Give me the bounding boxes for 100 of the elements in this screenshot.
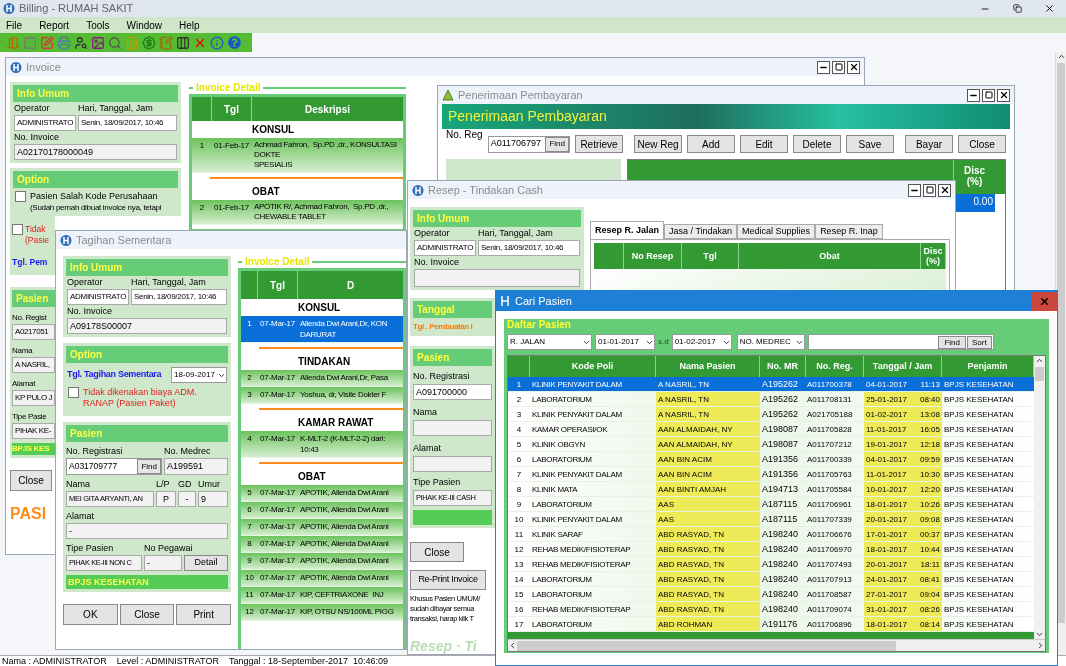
table-row[interactable]: 12 07-Mar-17 KIP, OTSU NS/100ML PIGG xyxy=(241,604,403,621)
maximize-button[interactable] xyxy=(832,60,845,74)
table-row[interactable]: 11 07-Mar-17 KIP, CEFTRIAXONE INJ xyxy=(241,587,403,604)
text-field[interactable]: ADMINISTRATO xyxy=(14,115,76,131)
minimize-button[interactable] xyxy=(967,88,980,102)
text-field[interactable]: A091700000 xyxy=(413,384,492,400)
maximize-button[interactable] xyxy=(982,88,995,102)
text-field[interactable]: Senin, 18/09/2017, 10:46 xyxy=(131,289,227,305)
table-row[interactable]: 1 KLINIK PENYAKIT DALAM A NASRIL, TN A195262 A011700378 04-01-2017 11:13 BPJS KESEHATAN xyxy=(508,377,1034,392)
table-row[interactable]: 10 07-Mar-17 APOTIK, Alienda Dwi Arani xyxy=(241,570,403,587)
text-field[interactable]: Senin, 18/09/2017, 10:46 xyxy=(78,115,177,131)
find-button[interactable]: Find xyxy=(545,136,569,152)
minimize-button[interactable] xyxy=(908,183,921,197)
table-row[interactable]: 3 KLINIK PENYAKIT DALAM A NASRIL, TN A195262 A021705188 01-02-2017 13:08 BPJS KESEHATAN xyxy=(508,407,1034,422)
table-row[interactable]: 16 REHAB MEDIK/FISIOTERAP ABD RASYAD, TN A198240 A011709074 31-01-2017 08:26 BPJS KESEHATAN xyxy=(508,602,1034,617)
button[interactable]: Edit xyxy=(740,135,788,153)
button[interactable]: Delete xyxy=(793,135,841,153)
table-row[interactable]: 12 REHAB MEDIK/FISIOTERAP ABD RASYAD, TN A198240 A011706970 18-01-2017 10:44 BPJS KESEHATAN xyxy=(508,542,1034,557)
table-row[interactable]: 15 LABORATORIUM ABD RASYAD, TN A198240 A011708587 27-01-2017 09:04 BPJS KESEHATAN xyxy=(508,587,1034,602)
reprint-button[interactable]: Re-Print Invoice xyxy=(410,570,486,590)
checkbox[interactable] xyxy=(15,191,26,202)
table-row[interactable]: 9 LABORATORIUM AAS A187115 A011706961 18-01-2017 10:26 BPJS KESEHATAN xyxy=(508,497,1034,512)
menu-item[interactable]: File xyxy=(6,17,23,33)
search-field[interactable]: Find Sort xyxy=(807,334,994,350)
button[interactable]: Save xyxy=(846,135,894,153)
text-field[interactable]: ADMINISTRATO xyxy=(67,289,129,305)
button[interactable]: Close xyxy=(958,135,1006,153)
scrollbar[interactable] xyxy=(508,639,1045,651)
button[interactable]: Retrieve xyxy=(575,135,623,153)
button[interactable]: Bayar xyxy=(905,135,953,153)
button[interactable]: New Reg xyxy=(634,135,682,153)
dropdown[interactable]: R. JALAN xyxy=(507,334,592,350)
menu-item[interactable]: Window xyxy=(126,17,163,33)
text-field[interactable] xyxy=(413,456,492,472)
text-field[interactable]: - xyxy=(178,491,196,507)
sort-button[interactable]: Sort xyxy=(967,335,992,349)
table-row[interactable]: 4 KAMAR OPERASI/OK AAN ALMAIDAH, NY A198087 A011705828 11-01-2017 16:05 BPJS KESEHATAN xyxy=(508,422,1034,437)
text-field[interactable]: KP PULO J xyxy=(12,389,55,406)
input-field[interactable]: A031709777 Find xyxy=(66,458,162,475)
button[interactable]: Close xyxy=(119,604,175,625)
table-row[interactable]: 9 07-Mar-17 APOTIK, Alienda Dwi Arani xyxy=(241,553,403,570)
checkbox[interactable] xyxy=(68,387,79,398)
text-field[interactable]: - xyxy=(144,555,182,571)
find-button[interactable]: Find xyxy=(137,459,161,474)
table-row[interactable]: 5 07-Mar-17 APOTIK, Alienda Dwi Arani xyxy=(241,485,403,502)
table-row[interactable]: 8 KLINIK MATA AAN BINTI AMJAH A194713 A011705584 10-01-2017 12:20 BPJS KESEHATAN xyxy=(508,482,1034,497)
table-row[interactable]: 1 01-Feb-17 Achmad Fahron, Sp.PD ,dr., KONSULTASI DOKTE SPESIALIS xyxy=(192,138,403,173)
table-row[interactable]: 7 KLINIK PENYAKIT DALAM AAN BIN ACIM A191356 A011705763 11-01-2017 10:30 BPJS KESEHATAN xyxy=(508,467,1034,482)
table-row[interactable]: 5 KLINIK OBGYN AAN ALMAIDAH, NY A198087 A011707212 19-01-2017 12:18 BPJS KESEHATAN xyxy=(508,437,1034,452)
date-picker[interactable]: 18-09-2017 xyxy=(171,367,227,383)
text-field[interactable]: A0217051 xyxy=(12,323,55,340)
minimize-button[interactable] xyxy=(817,60,830,74)
table-row[interactable]: 6 LABORATORIUM AAN BIN ACIM A191356 A011700339 04-01-2017 09:59 BPJS KESEHATAN xyxy=(508,452,1034,467)
menu-item[interactable]: Report xyxy=(39,17,70,33)
table-row[interactable]: 13 REHAB MEDIK/FISIOTERAP ABD RASYAD, TN A198240 A011707493 20-01-2017 18:11 BPJS KESEHATAN xyxy=(508,557,1034,572)
table-row[interactable]: 10 KLINIK PENYAKIT DALAM AAS A187115 A011707339 20-01-2017 09:08 BPJS KESEHATAN xyxy=(508,512,1034,527)
text-field[interactable]: ADMINISTRATO xyxy=(414,240,476,256)
input-field[interactable]: A011706797 Find xyxy=(487,135,570,153)
stop-icon[interactable] xyxy=(23,35,37,50)
columns-icon[interactable] xyxy=(176,35,190,50)
close-button[interactable]: Close xyxy=(10,469,52,491)
help-icon[interactable] xyxy=(227,35,241,50)
text-field[interactable]: A09178S00007 xyxy=(67,318,227,334)
table-row[interactable]: 11 KLINIK SARAF ABD RASYAD, TN A198240 A011706676 17-01-2017 00:37 BPJS KESEHATAN xyxy=(508,527,1034,542)
dropdown[interactable]: NO. MEDREC xyxy=(736,334,805,350)
text-field[interactable]: A NASRIL, xyxy=(12,356,55,373)
money-icon[interactable] xyxy=(142,35,156,50)
button[interactable]: Add xyxy=(687,135,735,153)
search-icon[interactable] xyxy=(108,35,122,50)
text-field[interactable]: Senin, 18/09/2017, 10:46 xyxy=(478,240,580,256)
info-icon[interactable] xyxy=(210,35,224,50)
menu-item[interactable]: Tools xyxy=(86,17,110,33)
tab[interactable]: Resep R. Jalan xyxy=(590,221,665,239)
scroll-thumb[interactable] xyxy=(1035,367,1044,381)
text-field[interactable] xyxy=(414,269,580,287)
table-cell[interactable]: 0.00 xyxy=(953,194,995,212)
scrollbar[interactable] xyxy=(1034,356,1045,639)
table-row[interactable]: 14 LABORATORIUM ABD RASYAD, TN A198240 A011707913 24-01-2017 08:41 BPJS KESEHATAN xyxy=(508,572,1034,587)
text-field[interactable]: 9 xyxy=(198,491,228,507)
text-field[interactable] xyxy=(413,420,492,436)
table-row[interactable]: 17 LABORATORIUM ABD ROHMAN A191176 A011706896 18-01-2017 08:14 BPJS KESEHATAN xyxy=(508,617,1034,632)
close-button[interactable] xyxy=(997,88,1010,102)
text-field[interactable]: PIHAK KE- xyxy=(12,422,55,439)
image-icon[interactable] xyxy=(91,35,105,50)
button[interactable]: OK xyxy=(63,604,118,625)
text-field[interactable]: A199591 xyxy=(164,458,228,475)
detail-button[interactable]: Detail xyxy=(184,555,228,571)
text-field[interactable]: P xyxy=(156,491,176,507)
maximize-button[interactable] xyxy=(923,183,936,197)
text-field[interactable]: A02170178000049 xyxy=(14,144,177,160)
user-search-icon[interactable] xyxy=(74,35,88,50)
find-button[interactable]: Find xyxy=(938,335,966,349)
table-row[interactable]: 2 LABORATORIUM A NASRIL, TN A195262 A011708131 25-01-2017 08:40 BPJS KESEHATAN xyxy=(508,392,1034,407)
table-row[interactable]: 1 07-Mar-17 Alienda Dwi Arani,Dr, KON DARURAT xyxy=(241,316,403,343)
table-row[interactable]: 2 01-Feb-17 APOTIK R/, Achmad Fahron, Sp.PD ,dr., CHEWABLE TABLET xyxy=(192,200,403,225)
door-icon[interactable] xyxy=(6,35,20,50)
table-row[interactable]: 2 07-Mar-17 Alienda Dwi Arani,Dr, Pasa xyxy=(241,370,403,387)
table-row[interactable]: 3 07-Mar-17 Yoshua, dr, Visite Dokter F xyxy=(241,387,403,404)
text-field[interactable]: - xyxy=(66,523,228,539)
table-row[interactable]: 8 07-Mar-17 APOTIK, Alienda Dwi Arani xyxy=(241,536,403,553)
